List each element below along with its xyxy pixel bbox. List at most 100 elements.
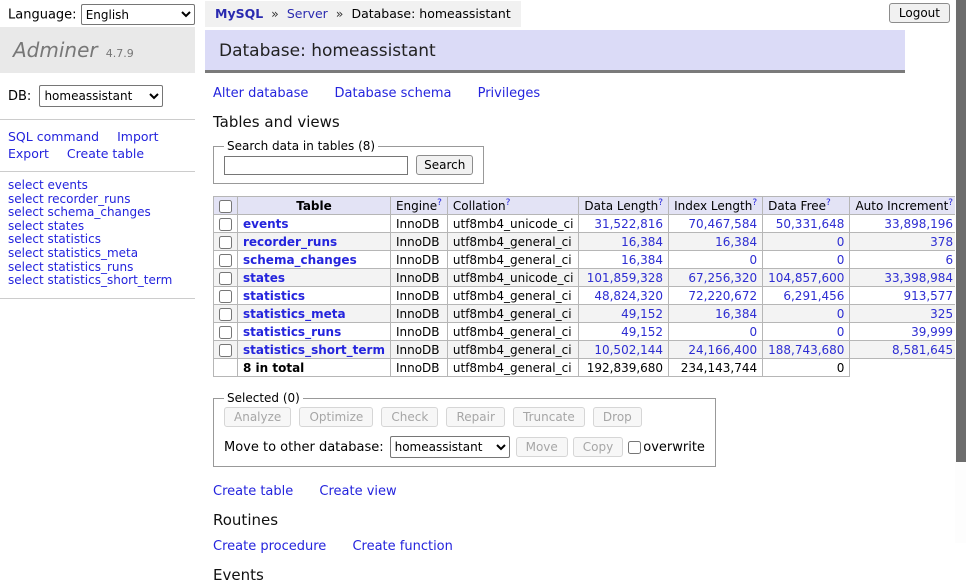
drop-button[interactable]: Drop bbox=[593, 407, 642, 427]
table-row: statistics_meta InnoDB utf8mb4_general_c… bbox=[214, 305, 966, 323]
vertical-scrollbar-thumb[interactable] bbox=[956, 0, 966, 462]
table-link[interactable]: statistics_short_term bbox=[243, 343, 385, 357]
sidebar-item-select-statistics-runs[interactable]: select statistics_runs bbox=[8, 261, 187, 275]
sidebar-item-select-states[interactable]: select states bbox=[8, 220, 187, 234]
create-procedure-link[interactable]: Create procedure bbox=[213, 539, 326, 554]
search-legend: Search data in tables (8) bbox=[224, 139, 378, 153]
tables-overview-table: Table Engine? Collation? Data Length? In… bbox=[213, 196, 966, 377]
table-row: statistics_runs InnoDB utf8mb4_general_c… bbox=[214, 323, 966, 341]
tables-and-views-heading: Tables and views bbox=[213, 113, 905, 131]
table-header-row: Table Engine? Collation? Data Length? In… bbox=[214, 197, 966, 215]
sidebar-item-select-statistics-meta[interactable]: select statistics_meta bbox=[8, 247, 187, 261]
help-link[interactable]: ? bbox=[437, 198, 442, 208]
language-select[interactable]: English bbox=[81, 4, 195, 25]
sidebar-table-list: select events select recorder_runs selec… bbox=[0, 174, 195, 296]
search-fieldset: Search data in tables (8) Search bbox=[213, 139, 484, 184]
create-function-link[interactable]: Create function bbox=[352, 539, 452, 554]
col-header-data-free: Data Free? bbox=[763, 197, 850, 215]
alter-database-link[interactable]: Alter database bbox=[213, 86, 308, 101]
row-checkbox[interactable] bbox=[219, 308, 232, 321]
selected-legend: Selected (0) bbox=[224, 391, 303, 405]
table-row: statistics InnoDB utf8mb4_general_ci 48,… bbox=[214, 287, 966, 305]
col-header-table: Table bbox=[238, 197, 391, 215]
row-checkbox[interactable] bbox=[219, 236, 232, 249]
move-button[interactable]: Move bbox=[516, 437, 568, 457]
row-checkbox[interactable] bbox=[219, 272, 232, 285]
help-link[interactable]: ? bbox=[826, 198, 831, 208]
table-link[interactable]: statistics_runs bbox=[243, 325, 341, 339]
col-header-engine: Engine? bbox=[390, 197, 447, 215]
table-link[interactable]: recorder_runs bbox=[243, 235, 337, 249]
top-bar: Language: English MySQL » Server » Datab… bbox=[0, 0, 955, 27]
table-link[interactable]: statistics bbox=[243, 289, 305, 303]
help-link[interactable]: ? bbox=[948, 198, 953, 208]
selected-fieldset: Selected (0) Analyze Optimize Check Repa… bbox=[213, 391, 716, 467]
language-label: Language: bbox=[8, 8, 77, 23]
export-link[interactable]: Export bbox=[8, 146, 49, 161]
table-total-row: 8 in total InnoDB utf8mb4_general_ci 192… bbox=[214, 359, 966, 377]
table-link[interactable]: states bbox=[243, 271, 285, 285]
optimize-button[interactable]: Optimize bbox=[299, 407, 373, 427]
select-all-checkbox[interactable] bbox=[219, 200, 232, 213]
table-link[interactable]: statistics_meta bbox=[243, 307, 346, 321]
page-title: Database: homeassistant bbox=[205, 30, 905, 73]
sidebar-item-select-statistics[interactable]: select statistics bbox=[8, 233, 187, 247]
language-selector: Language: English bbox=[8, 4, 195, 25]
search-button[interactable]: Search bbox=[416, 155, 473, 175]
table-row: statistics_short_term InnoDB utf8mb4_gen… bbox=[214, 341, 966, 359]
sidebar-actions: SQL command Import Export Create table bbox=[0, 122, 195, 169]
breadcrumb-mysql-link[interactable]: MySQL bbox=[215, 6, 263, 21]
table-link[interactable]: schema_changes bbox=[243, 253, 357, 267]
brand-name: Adminer bbox=[13, 38, 98, 62]
row-checkbox[interactable] bbox=[219, 290, 232, 303]
analyze-button[interactable]: Analyze bbox=[224, 407, 291, 427]
database-schema-link[interactable]: Database schema bbox=[335, 86, 452, 101]
table-row: states InnoDB utf8mb4_unicode_ci 101,859… bbox=[214, 269, 966, 287]
move-database-select[interactable]: homeassistant bbox=[390, 436, 510, 458]
sidebar-divider bbox=[0, 171, 195, 172]
sidebar-divider bbox=[0, 298, 195, 299]
search-input[interactable] bbox=[224, 156, 408, 175]
logout-button[interactable]: Logout bbox=[889, 3, 950, 23]
truncate-button[interactable]: Truncate bbox=[513, 407, 585, 427]
sidebar-divider bbox=[0, 119, 195, 120]
main-content: Database: homeassistant Alter database D… bbox=[205, 27, 905, 584]
check-button[interactable]: Check bbox=[381, 407, 438, 427]
privileges-link[interactable]: Privileges bbox=[478, 86, 541, 101]
help-link[interactable]: ? bbox=[506, 198, 511, 208]
sidebar-item-select-events[interactable]: select events bbox=[8, 179, 187, 193]
copy-button[interactable]: Copy bbox=[573, 437, 623, 457]
row-checkbox[interactable] bbox=[219, 326, 232, 339]
routines-heading: Routines bbox=[213, 511, 905, 529]
help-link[interactable]: ? bbox=[658, 198, 663, 208]
breadcrumb-server-link[interactable]: Server bbox=[287, 6, 328, 21]
vertical-scrollbar-track[interactable] bbox=[955, 0, 966, 543]
move-row: Move to other database: homeassistant Mo… bbox=[224, 436, 705, 458]
db-select[interactable]: homeassistant bbox=[39, 85, 163, 107]
breadcrumb-current: Database: homeassistant bbox=[351, 6, 510, 21]
create-table-link[interactable]: Create table bbox=[67, 146, 144, 161]
repair-button[interactable]: Repair bbox=[446, 407, 504, 427]
import-link[interactable]: Import bbox=[117, 129, 159, 144]
row-checkbox[interactable] bbox=[219, 218, 232, 231]
create-view-link[interactable]: Create view bbox=[319, 484, 396, 499]
sidebar-item-select-recorder-runs[interactable]: select recorder_runs bbox=[8, 193, 187, 207]
sidebar: Adminer 4.7.9 DB: homeassistant SQL comm… bbox=[0, 27, 195, 301]
col-header-collation: Collation? bbox=[447, 197, 579, 215]
create-table-link-bottom[interactable]: Create table bbox=[213, 484, 293, 499]
table-create-links: Create table Create view bbox=[213, 484, 905, 499]
breadcrumb-separator: » bbox=[336, 6, 344, 21]
sidebar-item-select-statistics-short-term[interactable]: select statistics_short_term bbox=[8, 274, 187, 288]
row-checkbox[interactable] bbox=[219, 254, 232, 267]
move-label: Move to other database: bbox=[224, 440, 384, 455]
col-header-data-length: Data Length? bbox=[579, 197, 669, 215]
brand-version: 4.7.9 bbox=[106, 47, 134, 60]
row-checkbox[interactable] bbox=[219, 344, 232, 357]
help-link[interactable]: ? bbox=[752, 198, 757, 208]
sidebar-item-select-schema-changes[interactable]: select schema_changes bbox=[8, 206, 187, 220]
overwrite-checkbox[interactable] bbox=[628, 441, 641, 454]
table-link[interactable]: events bbox=[243, 217, 289, 231]
db-selector-row: DB: homeassistant bbox=[0, 73, 195, 117]
sql-command-link[interactable]: SQL command bbox=[8, 129, 99, 144]
col-header-index-length: Index Length? bbox=[669, 197, 763, 215]
